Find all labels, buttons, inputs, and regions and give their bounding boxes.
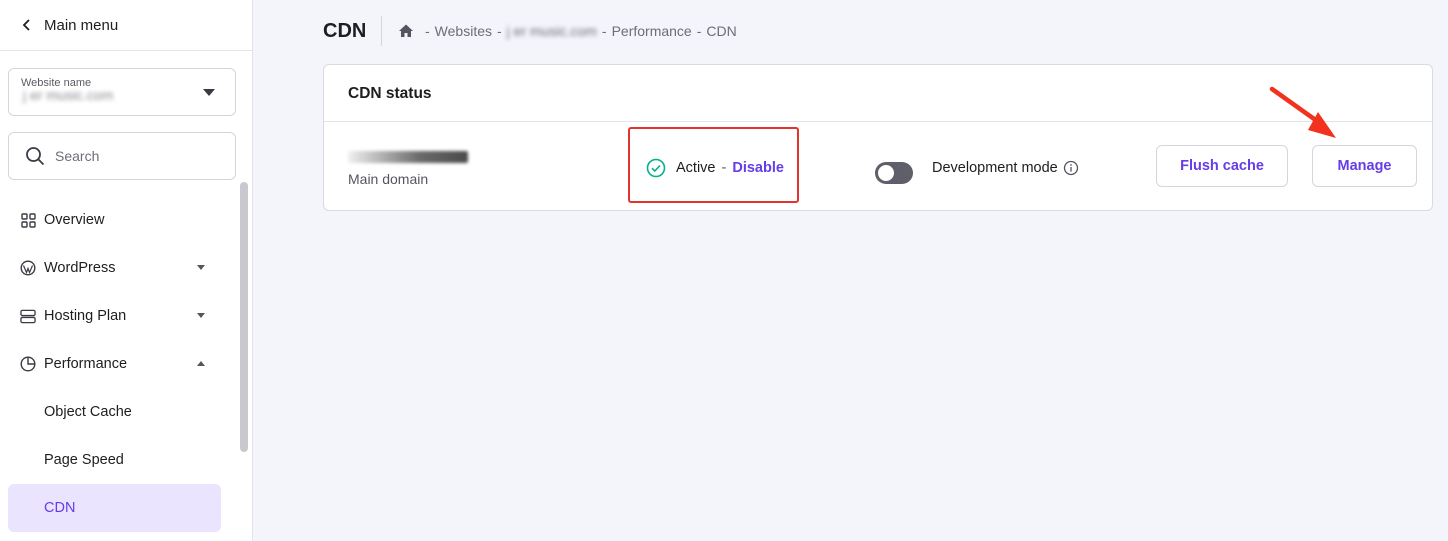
cdn-status: Active - Disable: [646, 158, 784, 178]
domain-name-redacted: [348, 151, 468, 163]
card-title: CDN status: [348, 85, 432, 102]
breadcrumb-separator: -: [425, 23, 430, 39]
sidebar-item-performance[interactable]: Performance: [8, 340, 221, 388]
development-mode: Development mode: [932, 160, 1079, 176]
development-mode-label: Development mode: [932, 160, 1058, 176]
website-select[interactable]: Website name j er music.com: [8, 68, 236, 116]
breadcrumb-current: CDN: [706, 23, 737, 39]
sidebar-item-label: CDN: [44, 500, 76, 516]
server-icon: [20, 308, 36, 324]
status-label: Active: [676, 160, 716, 176]
sidebar-item-hosting-plan[interactable]: Hosting Plan: [8, 292, 221, 340]
sidebar-item-label: Hosting Plan: [44, 308, 127, 324]
search-box[interactable]: [8, 132, 236, 180]
sidebar: Main menu Website name j er music.com Ov…: [0, 0, 253, 541]
breadcrumb-separator: -: [696, 23, 702, 39]
sidebar-item-wordpress[interactable]: WordPress: [8, 244, 221, 292]
pie-chart-icon: [20, 356, 36, 372]
chevron-left-icon: [22, 18, 36, 32]
card-header: CDN status: [324, 65, 1432, 122]
flush-cache-button[interactable]: Flush cache: [1156, 145, 1288, 187]
grid-icon: [20, 212, 36, 228]
breadcrumb: - Websites - j er music.com - Performanc…: [398, 23, 737, 39]
manage-button[interactable]: Manage: [1312, 145, 1417, 187]
sidebar-scrollbar[interactable]: [240, 182, 248, 452]
search-icon: [26, 147, 45, 166]
disable-cdn-link[interactable]: Disable: [732, 160, 784, 176]
cdn-status-card: CDN status Main domain Active - Disable …: [323, 64, 1433, 211]
search-input[interactable]: [55, 148, 215, 164]
page-title: CDN: [323, 20, 367, 42]
sidebar-item-page-speed[interactable]: Page Speed: [8, 436, 221, 484]
chevron-down-icon: [197, 313, 205, 318]
sidebar-item-label: WordPress: [44, 260, 116, 276]
sidebar-item-label: Object Cache: [44, 404, 132, 420]
domain-caption: Main domain: [348, 171, 429, 187]
breadcrumb-performance[interactable]: Performance: [612, 23, 692, 39]
wordpress-icon: [20, 260, 36, 276]
breadcrumb-websites[interactable]: Websites: [435, 23, 492, 39]
annotation-arrow-icon: [1269, 86, 1336, 138]
sidebar-item-overview[interactable]: Overview: [8, 196, 221, 244]
check-circle-icon: [646, 158, 666, 178]
main-menu-button[interactable]: Main menu: [0, 0, 252, 51]
sidebar-item-label: Performance: [44, 356, 128, 372]
breadcrumb-separator: -: [497, 23, 502, 39]
main-menu-label: Main menu: [44, 16, 119, 34]
website-select-value: j er music.com: [23, 87, 114, 103]
sidebar-item-label: Overview: [44, 212, 105, 228]
header-divider: [381, 16, 382, 46]
sidebar-item-label: Page Speed: [44, 452, 124, 468]
breadcrumb-separator: -: [601, 23, 607, 39]
caret-down-icon: [203, 89, 215, 96]
status-separator: -: [721, 160, 727, 176]
info-icon[interactable]: [1063, 160, 1079, 176]
sidebar-item-object-cache[interactable]: Object Cache: [8, 388, 221, 436]
home-icon[interactable]: [398, 23, 414, 39]
breadcrumb-site[interactable]: j er music.com: [507, 23, 597, 39]
development-mode-toggle[interactable]: [875, 162, 913, 184]
sidebar-item-cdn[interactable]: CDN: [8, 484, 221, 532]
chevron-down-icon: [197, 265, 205, 270]
chevron-up-icon: [197, 361, 205, 366]
toggle-knob: [878, 165, 894, 181]
